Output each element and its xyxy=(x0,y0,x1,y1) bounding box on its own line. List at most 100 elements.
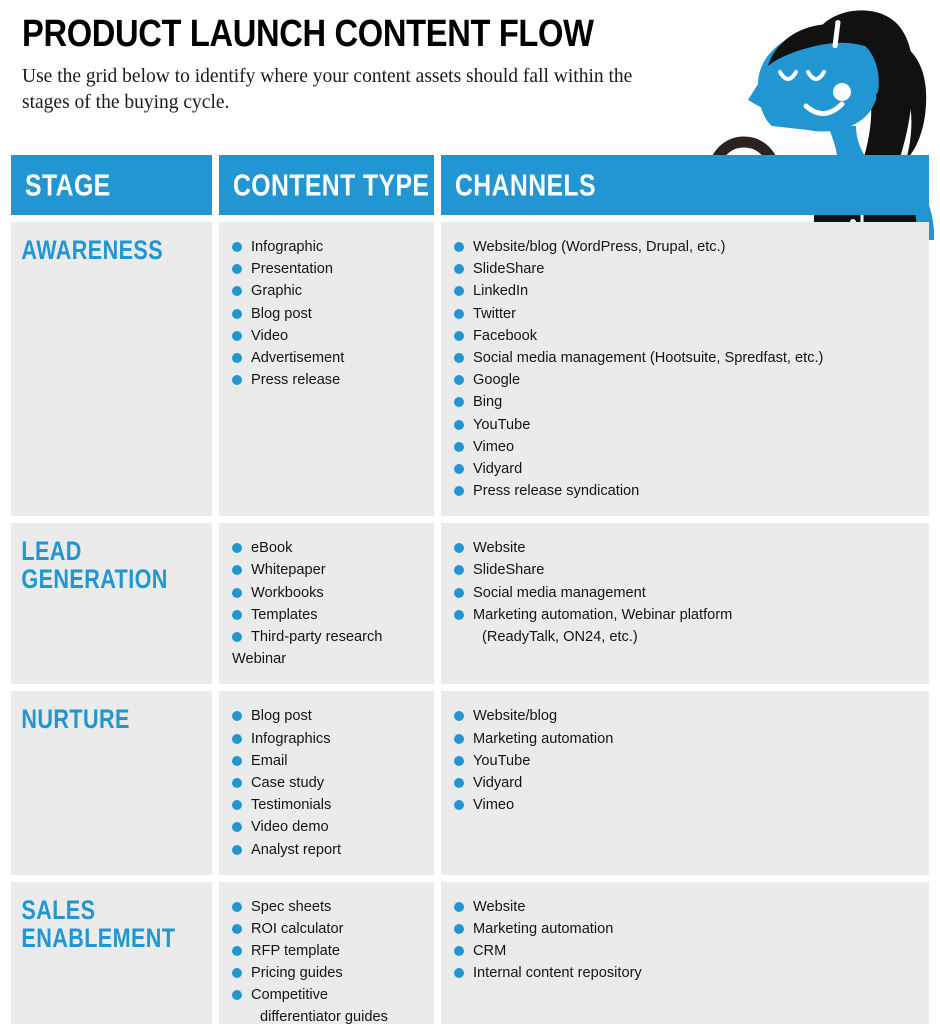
list-item-label: Case study xyxy=(251,774,325,791)
list-item-label: Third-party research xyxy=(251,629,383,645)
column-header-content-type: CONTENT TYPE xyxy=(219,155,434,215)
table-row: SALES ENABLEMENT Spec sheets ROI calcula… xyxy=(11,881,929,1024)
list-item-unbulleted: Webinar xyxy=(232,648,434,670)
table-row: LEAD GENERATION eBook Whitepaper Workboo… xyxy=(11,523,929,685)
list-item: Website xyxy=(454,537,929,559)
list-item: Social media management (Hootsuite, Spre… xyxy=(454,347,929,369)
list-item: Twitter xyxy=(454,303,929,325)
list-item-label: Video xyxy=(251,327,289,344)
stage-cell-sales-enablement: SALES ENABLEMENT xyxy=(11,881,212,1024)
bullet-icon xyxy=(454,777,464,788)
bullet-icon xyxy=(454,923,464,934)
list-item: Infographics xyxy=(232,728,434,750)
list-item: RFP template xyxy=(232,940,434,962)
list-item: eBook xyxy=(232,537,434,559)
list-item-label: ROI calculator xyxy=(251,920,344,937)
grid-header-row: STAGE CONTENT TYPE CHANNELS xyxy=(11,155,929,215)
channels-cell-awareness: Website/blog (WordPress, Drupal, etc.) S… xyxy=(441,222,929,517)
list-item-label: Marketing automation, Webinar platform xyxy=(473,606,733,623)
list-item-label: Bing xyxy=(473,394,503,411)
content-type-cell-awareness: Infographic Presentation Graphic Blog po… xyxy=(219,222,434,517)
list-item-label: SlideShare xyxy=(473,562,545,579)
bullet-icon xyxy=(232,990,242,1001)
column-header-stage-label: STAGE xyxy=(25,167,111,203)
bullet-icon xyxy=(232,375,242,386)
list-item: SlideShare xyxy=(454,258,929,280)
channels-cell-sales-enablement: Website Marketing automation CRM Interna… xyxy=(441,881,929,1024)
bullet-icon xyxy=(454,352,464,363)
list-item-label: Google xyxy=(473,372,521,389)
list-item-label: Vidyard xyxy=(473,774,523,791)
content-type-cell-nurture: Blog post Infographics Email Case study … xyxy=(219,691,434,875)
bullet-icon xyxy=(454,242,464,252)
bullet-icon xyxy=(454,800,464,811)
list-item-label: Graphic xyxy=(251,283,303,300)
list-item-label: Spec sheets xyxy=(251,898,332,915)
bullet-icon xyxy=(232,711,242,722)
list-item: Marketing automation xyxy=(454,728,929,750)
bullet-icon xyxy=(232,330,242,341)
list-item-label: Twitter xyxy=(473,305,516,322)
list-item-label: Email xyxy=(251,752,288,769)
list-item-label: Analyst report xyxy=(251,841,342,858)
list-item: Video demo xyxy=(232,816,434,838)
list-item-label: LinkedIn xyxy=(473,283,529,300)
channels-list: Website/blog (WordPress, Drupal, etc.) S… xyxy=(441,236,929,502)
list-item: Facebook xyxy=(454,325,929,347)
list-item: Whitepaper xyxy=(232,559,434,581)
list-item: Website/blog (WordPress, Drupal, etc.) xyxy=(454,236,929,258)
list-item: Infographic xyxy=(232,236,434,258)
bullet-icon xyxy=(232,352,242,363)
list-item: Press release syndication xyxy=(454,480,929,502)
page-title: PRODUCT LAUNCH CONTENT FLOW xyxy=(22,13,594,55)
content-type-list: eBook Whitepaper Workbooks Templates Thi… xyxy=(219,537,434,670)
list-item: Vidyard xyxy=(454,458,929,480)
cheek-highlight xyxy=(833,83,851,101)
list-item: CRM xyxy=(454,940,929,962)
list-item: Case study xyxy=(232,772,434,794)
bullet-icon xyxy=(454,946,464,957)
list-item-label: Pricing guides xyxy=(251,965,343,982)
stage-cell-awareness: AWARENESS xyxy=(11,222,212,517)
list-item-label: Blog post xyxy=(251,305,312,322)
bullet-icon xyxy=(454,397,464,408)
content-type-list: Blog post Infographics Email Case study … xyxy=(219,705,434,860)
bullet-icon xyxy=(454,441,464,452)
column-header-content-type-label: CONTENT TYPE xyxy=(233,167,430,203)
list-item-label: SlideShare xyxy=(473,261,545,278)
list-item-label: Infographic xyxy=(251,239,324,255)
list-item: Website xyxy=(454,896,929,918)
list-item: Vidyard xyxy=(454,772,929,794)
list-item: ROI calculator xyxy=(232,918,434,940)
bullet-icon xyxy=(232,822,242,833)
list-item: Vimeo xyxy=(454,794,929,816)
list-item: YouTube xyxy=(454,750,929,772)
stage-label: NURTURE xyxy=(21,704,130,735)
list-item: Vimeo xyxy=(454,436,929,458)
list-item: Website/blog xyxy=(454,705,929,727)
list-item-label: YouTube xyxy=(473,416,531,433)
list-item-label: Presentation xyxy=(251,261,333,278)
list-item: Blog post xyxy=(232,303,434,325)
list-item: Press release xyxy=(232,369,434,391)
bullet-icon xyxy=(232,800,242,811)
bullet-icon xyxy=(232,844,242,855)
list-item-label: Workbooks xyxy=(251,584,324,601)
content-type-list: Infographic Presentation Graphic Blog po… xyxy=(219,236,434,391)
bullet-icon xyxy=(232,565,242,576)
list-item-label: Marketing automation xyxy=(473,730,614,747)
earring-shape xyxy=(876,92,884,100)
list-item-label: Website/blog xyxy=(473,708,558,725)
list-item-label: Webinar xyxy=(232,651,287,668)
list-item-continuation: differentiator guides xyxy=(260,1009,388,1024)
list-item-label: Testimonials xyxy=(251,797,332,814)
list-item: Google xyxy=(454,369,929,391)
content-type-list: Spec sheets ROI calculator RFP template … xyxy=(219,896,434,1024)
list-item: LinkedIn xyxy=(454,280,929,302)
infographic-page: PRODUCT LAUNCH CONTENT FLOW Use the grid… xyxy=(0,0,940,1024)
bullet-icon xyxy=(232,901,242,912)
list-item: Pricing guides xyxy=(232,962,434,984)
list-item: Blog post xyxy=(232,705,434,727)
list-item-label: Internal content repository xyxy=(473,965,642,982)
list-item-label: Website xyxy=(473,898,526,915)
